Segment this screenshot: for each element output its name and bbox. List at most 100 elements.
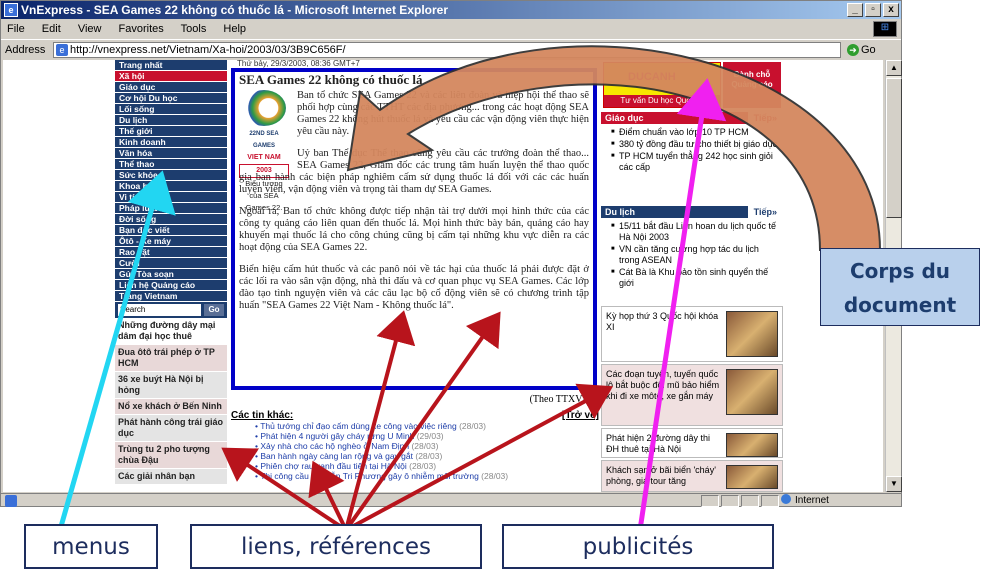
search-go-button[interactable]: Go (204, 304, 224, 316)
promo-item[interactable]: Phát hiện 2 đường dây thi ĐH thuê tại Hà… (601, 428, 783, 458)
nav-item[interactable]: Thể thao (115, 159, 227, 170)
menu-tools[interactable]: Tools (181, 23, 207, 35)
nav-item[interactable]: Sức khỏe (115, 170, 227, 181)
promo-photo (726, 433, 778, 457)
nav-item[interactable]: Trang Vietnam (115, 291, 227, 302)
side-news-item[interactable]: Nổ xe khách ở Bến Ninh (115, 399, 227, 415)
nav-item[interactable]: Rao vặt (115, 247, 227, 258)
side-news-item[interactable]: Những đường dây mại dâm đại học thuê (115, 318, 227, 345)
browser-window: e VnExpress - SEA Games 22 không có thuố… (0, 0, 902, 507)
address-input[interactable]: e http://vnexpress.net/Vietnam/Xa-hoi/20… (53, 42, 841, 58)
ad-banner-placeholder[interactable]: Dành chỗ Quảng cáo (723, 62, 781, 108)
article-paragraph: Biển hiệu cấm hút thuốc và các panô nói … (239, 264, 589, 311)
menu-help[interactable]: Help (223, 23, 246, 35)
corps-line: Corps du (849, 259, 951, 283)
nav-item[interactable]: Vi tính (115, 192, 227, 203)
nav-item[interactable]: Ôtô - Xe máy (115, 236, 227, 247)
minimize-button[interactable]: _ (847, 3, 863, 17)
address-bar: Address e http://vnexpress.net/Vietnam/X… (1, 39, 901, 59)
nav-item[interactable]: Du lịch (115, 115, 227, 126)
go-arrow-icon: ➜ (847, 44, 859, 56)
nav-item-active[interactable]: Xã hội (115, 71, 227, 82)
section-item[interactable]: Điểm chuẩn vào lớp 10 TP HCM (611, 127, 779, 138)
nav-item[interactable]: Đời sống (115, 214, 227, 225)
status-page-icon (5, 495, 17, 507)
section-item[interactable]: Cát Bà là Khu bảo tồn sinh quyển thế giớ… (611, 267, 779, 289)
side-news-item[interactable]: Phát hành công trái giáo dục (115, 415, 227, 442)
article-date: Thứ bảy, 29/3/2003, 08:36 GMT+7 (237, 60, 360, 68)
scroll-thumb[interactable] (886, 78, 902, 218)
scroll-up-icon[interactable]: ▲ (886, 60, 902, 76)
section-giao-duc: Giáo dục Tiếp» Điểm chuẩn vào lớp 10 TP H… (601, 112, 783, 177)
logo-line: VIET NAM (247, 154, 281, 161)
other-news-item[interactable]: Xảy nhà cho các hộ nghèo ở Nam Định (28/… (255, 441, 599, 451)
main-content: Thứ bảy, 29/3/2003, 08:36 GMT+7 SEA Game… (231, 60, 601, 492)
side-news-item[interactable]: Trùng tu 2 pho tượng chùa Đậu (115, 442, 227, 469)
sea-games-rings-icon (242, 90, 286, 126)
nav-item[interactable]: Bạn đọc viết (115, 225, 227, 236)
label-publicites: publicités (502, 524, 774, 569)
section-more-link[interactable]: Tiếp» (747, 206, 783, 218)
label-menus: menus (24, 524, 158, 569)
address-url: http://vnexpress.net/Vietnam/Xa-hoi/2003… (70, 44, 346, 56)
page-viewport: Trang nhất Xã hội Giáo dục Cơ hội Du học… (3, 60, 883, 492)
other-news-item[interactable]: Phiên chợ rau xanh đầu tiên tại Hà Nội (… (255, 461, 599, 471)
nav-item[interactable]: Thế giới (115, 126, 227, 137)
ad-subtitle: Tư vấn Du học Quốc tế (604, 95, 720, 107)
other-news-item[interactable]: Ban hành ngày càng lan rộng và gay gắt (… (255, 451, 599, 461)
menu-favorites[interactable]: Favorites (119, 23, 164, 35)
nav-item[interactable]: Kinh doanh (115, 137, 227, 148)
nav-item[interactable]: Trang nhất (115, 60, 227, 71)
section-item[interactable]: VN cần tăng cường hợp tác du lịch trong … (611, 244, 779, 266)
side-news-item[interactable]: Các giải nhân bạn (115, 469, 227, 485)
scroll-down-icon[interactable]: ▼ (886, 476, 902, 492)
status-segment (721, 495, 739, 507)
nav-item[interactable]: Liên hệ Quảng cáo (115, 280, 227, 291)
ad-banner-ducanh[interactable]: DUCANH Tư vấn Du học Quốc tế (603, 62, 721, 108)
side-news-item[interactable]: Đua ôtô trái phép ở TP HCM (115, 345, 227, 372)
article-source: (Theo TTXVN) (529, 394, 593, 405)
nav-item[interactable]: Gửi Tòa soạn (115, 269, 227, 280)
article-title: SEA Games 22 không có thuốc lá (239, 72, 423, 87)
close-button[interactable]: x (883, 3, 899, 17)
nav-item[interactable]: Lối sống (115, 104, 227, 115)
address-label: Address (5, 44, 46, 56)
menu-file[interactable]: File (7, 23, 25, 35)
nav-item[interactable]: Cười (115, 258, 227, 269)
promo-text: Các đoạn tuyến, tuyến quốc lộ bắt buộc đ… (606, 369, 720, 401)
status-segment (701, 495, 719, 507)
status-segment (761, 495, 779, 507)
promo-item[interactable]: Khách sạn ở bãi biển 'cháy' phòng, giá t… (601, 460, 783, 492)
article-paragraph: Uỷ ban Thể dục Thể thao cũng yêu cầu các… (239, 148, 589, 195)
other-news-item[interactable]: Thủ tướng chỉ đạo cấm dùng xe công vào v… (255, 421, 599, 431)
nav-item[interactable]: Khoa học (115, 181, 227, 192)
search-input[interactable]: Search (118, 304, 201, 316)
section-item[interactable]: TP HCM tuyển thẳng 242 học sinh giỏi các… (611, 151, 779, 173)
page-icon: e (56, 44, 68, 56)
menu-bar: File Edit View Favorites Tools Help (1, 20, 901, 38)
menu-view[interactable]: View (78, 23, 102, 35)
promo-item[interactable]: Kỳ họp thứ 3 Quốc hội khóa XI (601, 306, 783, 362)
side-news-item[interactable]: 36 xe buýt Hà Nội bị hỏng (115, 372, 227, 399)
section-more-link[interactable]: Tiếp» (747, 112, 783, 124)
go-label: Go (861, 44, 876, 56)
promo-photo (726, 311, 778, 357)
logo-line: 22ND SEA GAMES (249, 131, 279, 149)
promo-text: Khách sạn ở bãi biển 'cháy' phòng, giá t… (606, 465, 716, 486)
nav-item[interactable]: Pháp luật (115, 203, 227, 214)
menu-edit[interactable]: Edit (42, 23, 61, 35)
back-link[interactable]: [Trở về] (562, 410, 599, 421)
section-item[interactable]: 15/11 bắt đầu Liên hoan du lịch quốc tế … (611, 221, 779, 243)
nav-item[interactable]: Văn hóa (115, 148, 227, 159)
go-button[interactable]: ➜ Go (847, 42, 876, 58)
section-title: Giáo dục (605, 113, 644, 123)
nav-item[interactable]: Giáo dục (115, 82, 227, 93)
nav-item[interactable]: Cơ hội Du học (115, 93, 227, 104)
other-news-item[interactable]: Thi công cầu Nguyễn Tri Phương gây ô nhi… (255, 471, 599, 481)
section-du-lich: Du lịch Tiếp» 15/11 bắt đầu Liên hoan du … (601, 206, 783, 293)
promo-item[interactable]: Các đoạn tuyến, tuyến quốc lộ bắt buộc đ… (601, 364, 783, 426)
promo-photo (726, 369, 778, 415)
other-news-item[interactable]: Phát hiện 4 người gây cháy rừng U Minh (… (255, 431, 599, 441)
maximize-button[interactable]: ▫ (865, 3, 881, 17)
section-item[interactable]: 380 tỷ đồng đầu tư cho thiết bị giáo dục (611, 139, 779, 150)
